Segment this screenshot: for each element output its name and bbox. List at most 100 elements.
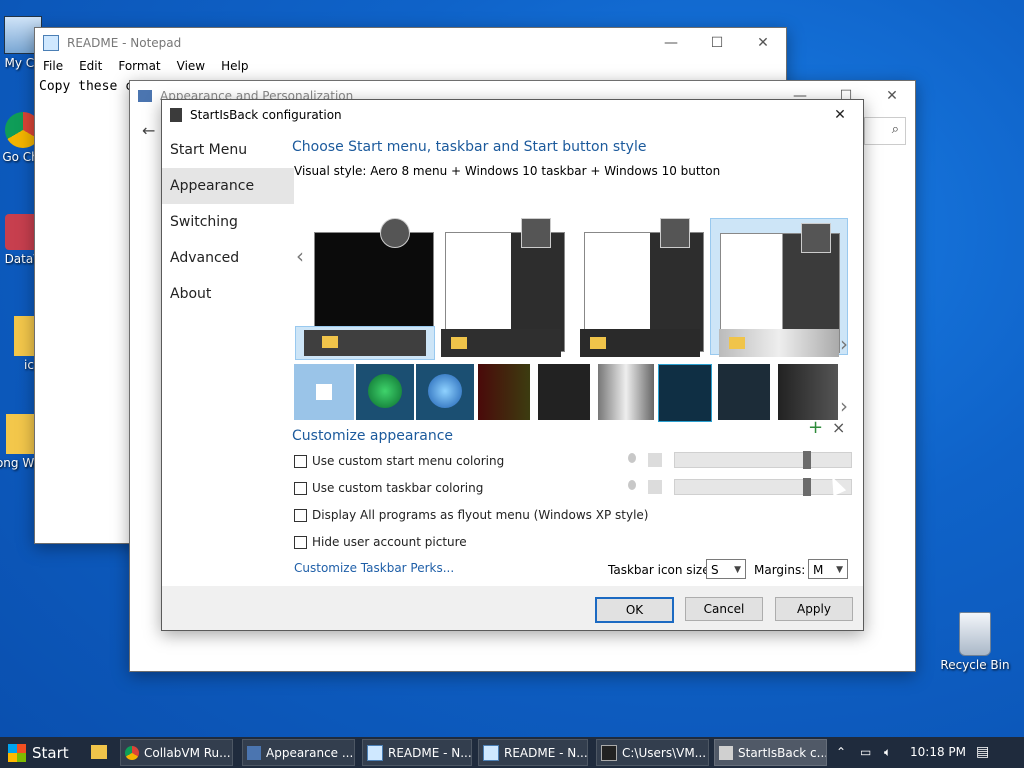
start-button-styles (294, 364, 838, 422)
menu-format[interactable]: Format (110, 59, 168, 73)
checkbox-box (294, 508, 307, 522)
nav-start-menu[interactable]: Start Menu (162, 132, 294, 168)
user-avatar-icon (801, 223, 831, 253)
7zip-icon (601, 744, 617, 761)
close-button[interactable]: ✕ (740, 28, 786, 58)
start-button-style-5[interactable] (538, 364, 590, 420)
color-swatch[interactable] (648, 453, 662, 467)
taskbar-opacity-slider[interactable] (674, 478, 852, 496)
taskbar-item-label: StartIsBack c... (738, 745, 827, 760)
network-icon[interactable]: ▭ (860, 737, 871, 768)
chrome-icon (125, 745, 139, 760)
cancel-button[interactable]: Cancel (685, 597, 763, 621)
orb-icon (368, 374, 402, 408)
menu-file[interactable]: File (35, 59, 71, 73)
taskbar-item-readme-2[interactable]: README - N... (478, 739, 588, 766)
droplet-icon (628, 453, 636, 463)
taskbar-item-appearance[interactable]: Appearance ... (242, 739, 355, 766)
search-box[interactable]: ⌕ (864, 117, 906, 145)
nav-advanced[interactable]: Advanced (162, 240, 294, 276)
taskbar-item-7zip[interactable]: C:\Users\VM... (596, 739, 709, 766)
recycle-bin-icon (959, 612, 991, 656)
taskbar-item-label: Appearance ... (266, 745, 354, 760)
start-button-style-win10-selected[interactable] (294, 364, 354, 420)
color-swatch[interactable] (648, 480, 662, 494)
desktop-icon-recycle-bin[interactable]: Recycle Bin (940, 612, 1010, 672)
next-arrow-icon[interactable]: › (840, 332, 848, 356)
nav-switching[interactable]: Switching (162, 204, 294, 240)
start-menu-opacity-slider[interactable] (674, 451, 852, 469)
icon-size-select[interactable]: S ▼ (706, 559, 746, 579)
taskbar-item-collabvm[interactable]: CollabVM Ru... (120, 739, 233, 766)
checkbox-box (294, 535, 307, 549)
slider-knob[interactable] (803, 478, 811, 496)
dialog-content: Start Menu Appearance Switching Advanced… (162, 130, 863, 586)
maximize-button[interactable]: ☐ (694, 28, 740, 58)
search-icon: ⌕ (891, 122, 899, 137)
custom-taskbar-coloring-checkbox[interactable]: Use custom taskbar coloring (294, 481, 483, 495)
droplet-icon (628, 480, 636, 490)
menu-view[interactable]: View (169, 59, 213, 73)
file-explorer-icon[interactable] (91, 745, 107, 759)
flyout-programs-checkbox[interactable]: Display All programs as flyout menu (Win… (294, 508, 648, 522)
slider-knob[interactable] (803, 451, 811, 469)
taskbar-item-label: CollabVM Ru... (144, 745, 231, 760)
volume-icon[interactable]: 🔈︎ (884, 737, 891, 768)
customize-taskbar-perks-link[interactable]: Customize Taskbar Perks... (294, 561, 454, 575)
taskbar-style-2[interactable] (441, 329, 561, 357)
prev-arrow-icon[interactable]: ‹ (296, 244, 304, 268)
next-arrow-icon[interactable]: › (840, 394, 848, 418)
control-panel-icon (138, 90, 152, 102)
dialog-titlebar[interactable]: StartIsBack configuration (162, 100, 863, 130)
taskbar-style-3[interactable] (580, 329, 700, 357)
start-button[interactable]: Start (0, 737, 80, 768)
icon-size-label: Taskbar icon size: (608, 563, 714, 577)
clock[interactable]: 10:18 PM (910, 737, 966, 768)
taskbar-item-label: README - N... (388, 745, 472, 760)
show-hidden-icons-button[interactable]: ⌃ (836, 737, 846, 768)
checkbox-label: Use custom start menu coloring (312, 454, 505, 468)
taskbar-item-startisback[interactable]: StartIsBack c... (714, 739, 827, 766)
apply-button[interactable]: Apply (775, 597, 853, 621)
user-avatar-icon (660, 218, 690, 248)
taskbar-style-4[interactable] (719, 329, 839, 357)
ok-button[interactable]: OK (595, 597, 674, 623)
start-button-style-6[interactable] (598, 364, 654, 420)
dialog-close-button[interactable]: ✕ (817, 100, 863, 130)
start-button-style-7[interactable] (658, 364, 712, 422)
custom-start-menu-coloring-checkbox[interactable]: Use custom start menu coloring (294, 454, 504, 468)
back-arrow-icon[interactable]: ← (142, 121, 155, 140)
nav-appearance[interactable]: Appearance (162, 168, 294, 204)
notepad-text[interactable]: Copy these c (39, 79, 133, 94)
windows-logo-icon (316, 384, 332, 400)
start-button-style-9[interactable] (778, 364, 838, 420)
close-button[interactable]: ✕ (869, 81, 915, 111)
margins-select[interactable]: M ▼ (808, 559, 848, 579)
start-button-style-orb-win7[interactable] (416, 364, 474, 420)
action-center-icon[interactable]: ▤ (976, 737, 989, 768)
nav-about[interactable]: About (162, 276, 294, 312)
taskbar-item-readme-1[interactable]: README - N... (362, 739, 472, 766)
start-button-style-orb-green[interactable] (356, 364, 414, 420)
add-button[interactable]: + (808, 417, 823, 438)
notepad-menubar: File Edit Format View Help (35, 59, 256, 73)
style-heading: Choose Start menu, taskbar and Start but… (292, 139, 647, 155)
start-button-style-4[interactable] (478, 364, 530, 420)
remove-button[interactable]: × (832, 418, 845, 437)
minimize-button[interactable]: — (648, 28, 694, 58)
menu-help[interactable]: Help (213, 59, 256, 73)
user-avatar-icon (380, 218, 410, 248)
taskbar: Start CollabVM Ru... Appearance ... READ… (0, 737, 1024, 768)
folder-icon (322, 336, 338, 348)
taskbar-item-label: README - N... (504, 745, 588, 760)
taskbar-item-label: C:\Users\VM... (622, 745, 707, 760)
startisback-dialog[interactable]: StartIsBack configuration ✕ Start Menu A… (161, 99, 864, 631)
hide-account-picture-checkbox[interactable]: Hide user account picture (294, 535, 467, 549)
customize-heading: Customize appearance (292, 428, 453, 444)
startisback-icon (170, 108, 182, 122)
notepad-icon (367, 744, 383, 761)
menu-edit[interactable]: Edit (71, 59, 110, 73)
start-label: Start (32, 743, 69, 762)
taskbar-style-1-selected[interactable] (295, 326, 435, 360)
start-button-style-8[interactable] (718, 364, 770, 420)
